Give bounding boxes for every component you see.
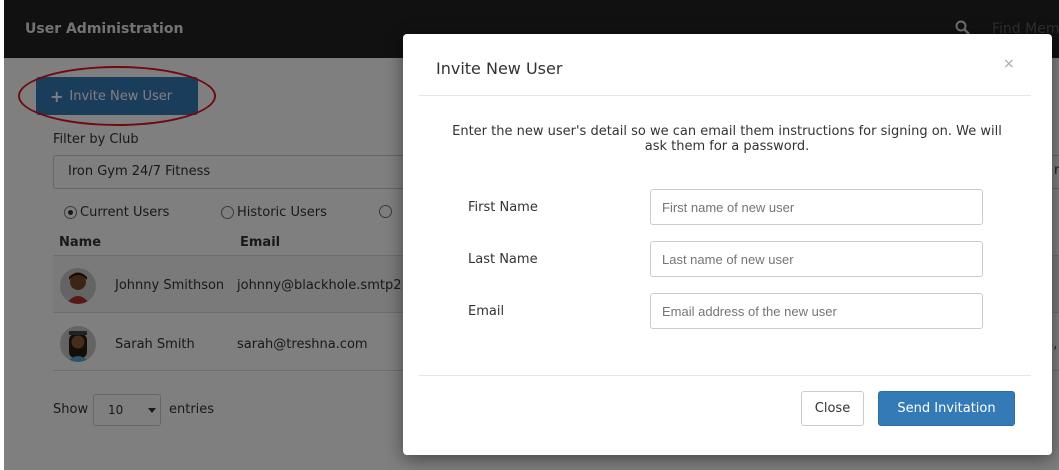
modal-title: Invite New User (436, 59, 563, 78)
email-label: Email (468, 304, 505, 319)
close-icon[interactable]: × (1003, 56, 1015, 72)
invite-user-modal: Invite New User × Enter the new user's d… (403, 34, 1052, 455)
app-window: User Administration Find Mem + Invite Ne… (4, 0, 1059, 470)
email-input[interactable] (650, 293, 983, 329)
first-name-label: First Name (468, 200, 538, 215)
first-name-input[interactable] (650, 189, 983, 225)
modal-intro-text: Enter the new user's detail so we can em… (452, 124, 1002, 154)
last-name-label: Last Name (468, 252, 538, 267)
close-button[interactable]: Close (801, 391, 864, 426)
last-name-input[interactable] (650, 241, 983, 277)
send-invitation-button[interactable]: Send Invitation (878, 391, 1015, 426)
modal-footer-divider (419, 375, 1031, 376)
modal-header-divider (419, 95, 1031, 96)
